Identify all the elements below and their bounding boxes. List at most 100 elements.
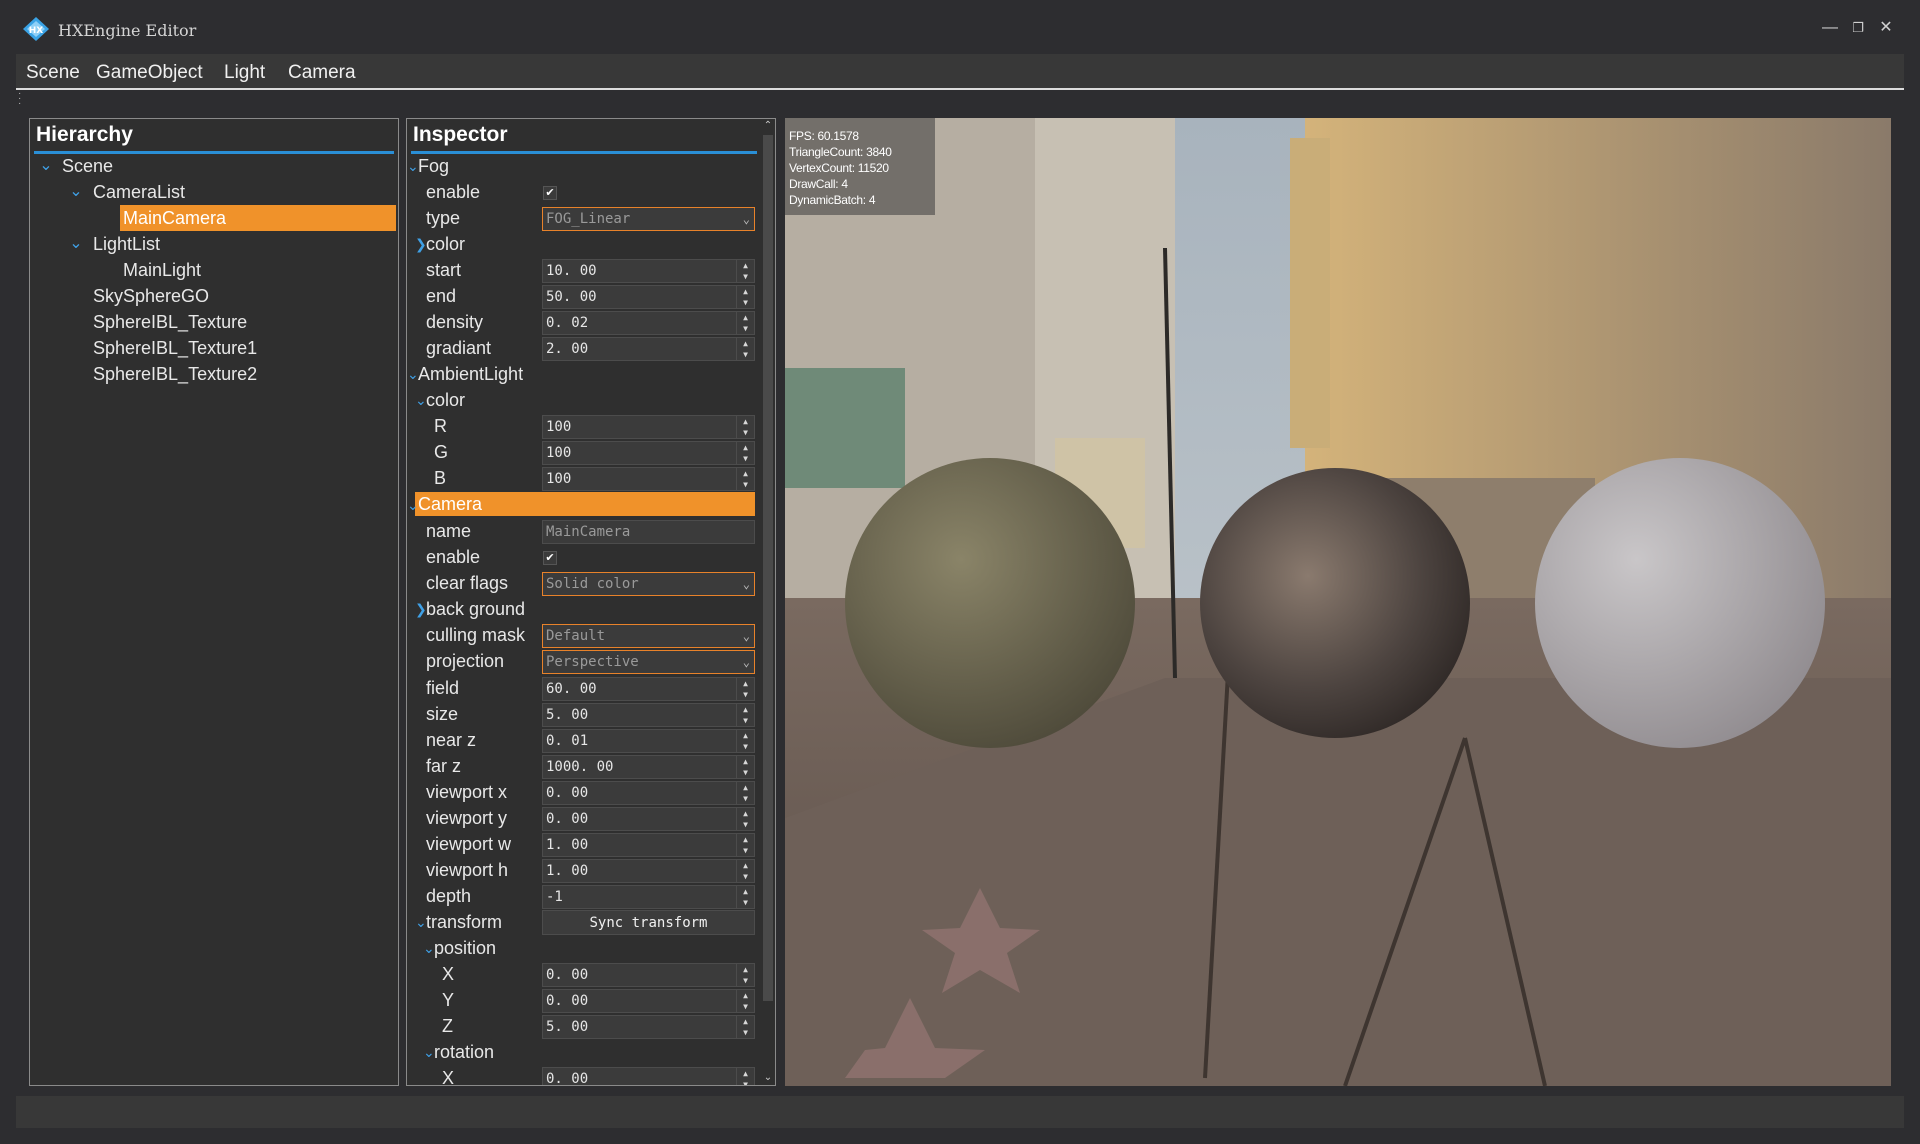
spin-up-icon[interactable]: ▲ bbox=[737, 678, 754, 689]
spin-down-icon[interactable]: ▼ bbox=[737, 1027, 754, 1038]
close-icon[interactable]: ✕ bbox=[1874, 16, 1898, 40]
camera-enable-checkbox[interactable]: ✔ bbox=[543, 551, 557, 565]
chevron-down-icon[interactable]: ⌄ bbox=[415, 909, 427, 935]
spin-up-icon[interactable]: ▲ bbox=[737, 286, 754, 297]
chevron-down-icon[interactable]: ⌄ bbox=[423, 935, 435, 961]
camera-farz-spinbox[interactable]: 1000. 00 ▲ ▼ bbox=[542, 755, 755, 779]
chevron-down-icon[interactable]: ⌄ bbox=[407, 361, 419, 387]
inspector-scrollbar[interactable]: ⌃ ⌄ bbox=[761, 119, 775, 1085]
spin-down-icon[interactable]: ▼ bbox=[737, 897, 754, 908]
camera-depth-spinbox[interactable]: -1 ▲ ▼ bbox=[542, 885, 755, 909]
spin-down-icon[interactable]: ▼ bbox=[737, 741, 754, 752]
spin-up-icon[interactable]: ▲ bbox=[737, 860, 754, 871]
spin-up-icon[interactable]: ▲ bbox=[737, 704, 754, 715]
spin-down-icon[interactable]: ▼ bbox=[737, 793, 754, 804]
scene-viewport[interactable]: FPS: 60.1578 TriangleCount: 3840 VertexC… bbox=[785, 118, 1891, 1086]
tree-item-sphereibl-texture2[interactable]: SphereIBL_Texture2 bbox=[93, 361, 393, 387]
scroll-up-icon[interactable]: ⌃ bbox=[761, 119, 775, 133]
spin-up-icon[interactable]: ▲ bbox=[737, 442, 754, 453]
camera-nearz-spinbox[interactable]: 0. 01 ▲ ▼ bbox=[542, 729, 755, 753]
tree-item-lightlist[interactable]: ⌄ LightList bbox=[36, 231, 396, 257]
chevron-right-icon[interactable]: ❯ bbox=[415, 596, 427, 622]
spin-down-icon[interactable]: ▼ bbox=[737, 975, 754, 986]
spin-up-icon[interactable]: ▲ bbox=[737, 338, 754, 349]
section-fog[interactable]: ⌄ Fog bbox=[407, 153, 757, 179]
spin-down-icon[interactable]: ▼ bbox=[737, 715, 754, 726]
fog-start-spinbox[interactable]: 10. 00 ▲ ▼ bbox=[542, 259, 755, 283]
rotation-x-spinbox[interactable]: 0. 00 ▲ ▼ bbox=[542, 1067, 755, 1085]
camera-field-spinbox[interactable]: 60. 00 ▲ ▼ bbox=[542, 677, 755, 701]
fog-color-row[interactable]: ❯ color bbox=[407, 231, 757, 257]
spin-down-icon[interactable]: ▼ bbox=[737, 1079, 754, 1085]
tree-item-mainlight[interactable]: MainLight bbox=[123, 257, 393, 283]
tree-item-scene[interactable]: ⌄ Scene bbox=[36, 153, 396, 179]
ambient-color-row[interactable]: ⌄ color bbox=[407, 387, 757, 413]
spin-down-icon[interactable]: ▼ bbox=[737, 1001, 754, 1012]
spin-up-icon[interactable]: ▲ bbox=[737, 834, 754, 845]
spin-down-icon[interactable]: ▼ bbox=[737, 349, 754, 360]
spin-down-icon[interactable]: ▼ bbox=[737, 689, 754, 700]
tree-item-sphereibl-texture[interactable]: SphereIBL_Texture bbox=[93, 309, 393, 335]
spin-up-icon[interactable]: ▲ bbox=[737, 756, 754, 767]
scrollbar-thumb[interactable] bbox=[763, 135, 773, 1001]
camera-background-row[interactable]: ❯ back ground bbox=[407, 596, 757, 622]
chevron-down-icon[interactable]: ⌄ bbox=[407, 492, 419, 518]
fog-gradiant-spinbox[interactable]: 2. 00 ▲ ▼ bbox=[542, 337, 755, 361]
clear-flags-select[interactable]: Solid color ⌄ bbox=[542, 572, 755, 596]
camera-size-spinbox[interactable]: 5. 00 ▲ ▼ bbox=[542, 703, 755, 727]
spin-up-icon[interactable]: ▲ bbox=[737, 990, 754, 1001]
position-row[interactable]: ⌄ position bbox=[407, 935, 757, 961]
position-y-spinbox[interactable]: 0. 00 ▲ ▼ bbox=[542, 989, 755, 1013]
viewport-h-spinbox[interactable]: 1. 00 ▲ ▼ bbox=[542, 859, 755, 883]
spin-up-icon[interactable]: ▲ bbox=[737, 468, 754, 479]
projection-select[interactable]: Perspective ⌄ bbox=[542, 650, 755, 674]
chevron-down-icon[interactable]: ⌄ bbox=[407, 153, 419, 179]
spin-down-icon[interactable]: ▼ bbox=[737, 767, 754, 778]
spin-down-icon[interactable]: ▼ bbox=[737, 479, 754, 490]
tree-item-maincamera[interactable]: MainCamera bbox=[120, 205, 396, 231]
chevron-down-icon[interactable]: ⌄ bbox=[415, 387, 427, 413]
culling-mask-select[interactable]: Default ⌄ bbox=[542, 624, 755, 648]
spin-up-icon[interactable]: ▲ bbox=[737, 886, 754, 897]
spin-up-icon[interactable]: ▲ bbox=[737, 1068, 754, 1079]
rotation-row[interactable]: ⌄ rotation bbox=[407, 1039, 757, 1065]
section-camera[interactable]: ⌄ Camera bbox=[407, 492, 757, 518]
spin-up-icon[interactable]: ▲ bbox=[737, 312, 754, 323]
camera-name-input[interactable]: MainCamera bbox=[542, 520, 755, 544]
fog-enable-checkbox[interactable]: ✔ bbox=[543, 186, 557, 200]
position-x-spinbox[interactable]: 0. 00 ▲ ▼ bbox=[542, 963, 755, 987]
chevron-down-icon[interactable]: ⌄ bbox=[38, 153, 54, 179]
spin-up-icon[interactable]: ▲ bbox=[737, 808, 754, 819]
restore-icon[interactable]: ❐ bbox=[1846, 16, 1870, 40]
spin-down-icon[interactable]: ▼ bbox=[737, 871, 754, 882]
position-z-spinbox[interactable]: 5. 00 ▲ ▼ bbox=[542, 1015, 755, 1039]
spin-down-icon[interactable]: ▼ bbox=[737, 819, 754, 830]
tree-item-skyspherego[interactable]: SkySphereGO bbox=[93, 283, 393, 309]
tree-item-sphereibl-texture1[interactable]: SphereIBL_Texture1 bbox=[93, 335, 393, 361]
spin-down-icon[interactable]: ▼ bbox=[737, 297, 754, 308]
menu-camera[interactable]: Camera bbox=[288, 62, 356, 84]
spin-down-icon[interactable]: ▼ bbox=[737, 271, 754, 282]
chevron-down-icon[interactable]: ⌄ bbox=[423, 1039, 435, 1065]
spin-up-icon[interactable]: ▲ bbox=[737, 782, 754, 793]
fog-type-select[interactable]: FOG_Linear ⌄ bbox=[542, 207, 755, 231]
scroll-down-icon[interactable]: ⌄ bbox=[761, 1071, 775, 1085]
ambient-g-spinbox[interactable]: 100 ▲ ▼ bbox=[542, 441, 755, 465]
spin-down-icon[interactable]: ▼ bbox=[737, 323, 754, 334]
spin-up-icon[interactable]: ▲ bbox=[737, 416, 754, 427]
toolbar-grip[interactable]: · · · bbox=[18, 89, 21, 109]
chevron-down-icon[interactable]: ⌄ bbox=[68, 231, 84, 257]
sync-transform-button[interactable]: Sync transform bbox=[542, 910, 755, 935]
menu-light[interactable]: Light bbox=[224, 62, 265, 84]
spin-up-icon[interactable]: ▲ bbox=[737, 730, 754, 741]
spin-down-icon[interactable]: ▼ bbox=[737, 845, 754, 856]
spin-up-icon[interactable]: ▲ bbox=[737, 1016, 754, 1027]
viewport-x-spinbox[interactable]: 0. 00 ▲ ▼ bbox=[542, 781, 755, 805]
menu-gameobject[interactable]: GameObject bbox=[96, 62, 203, 84]
viewport-w-spinbox[interactable]: 1. 00 ▲ ▼ bbox=[542, 833, 755, 857]
menu-scene[interactable]: Scene bbox=[26, 62, 80, 84]
chevron-down-icon[interactable]: ⌄ bbox=[68, 179, 84, 205]
fog-density-spinbox[interactable]: 0. 02 ▲ ▼ bbox=[542, 311, 755, 335]
spin-down-icon[interactable]: ▼ bbox=[737, 427, 754, 438]
spin-up-icon[interactable]: ▲ bbox=[737, 260, 754, 271]
